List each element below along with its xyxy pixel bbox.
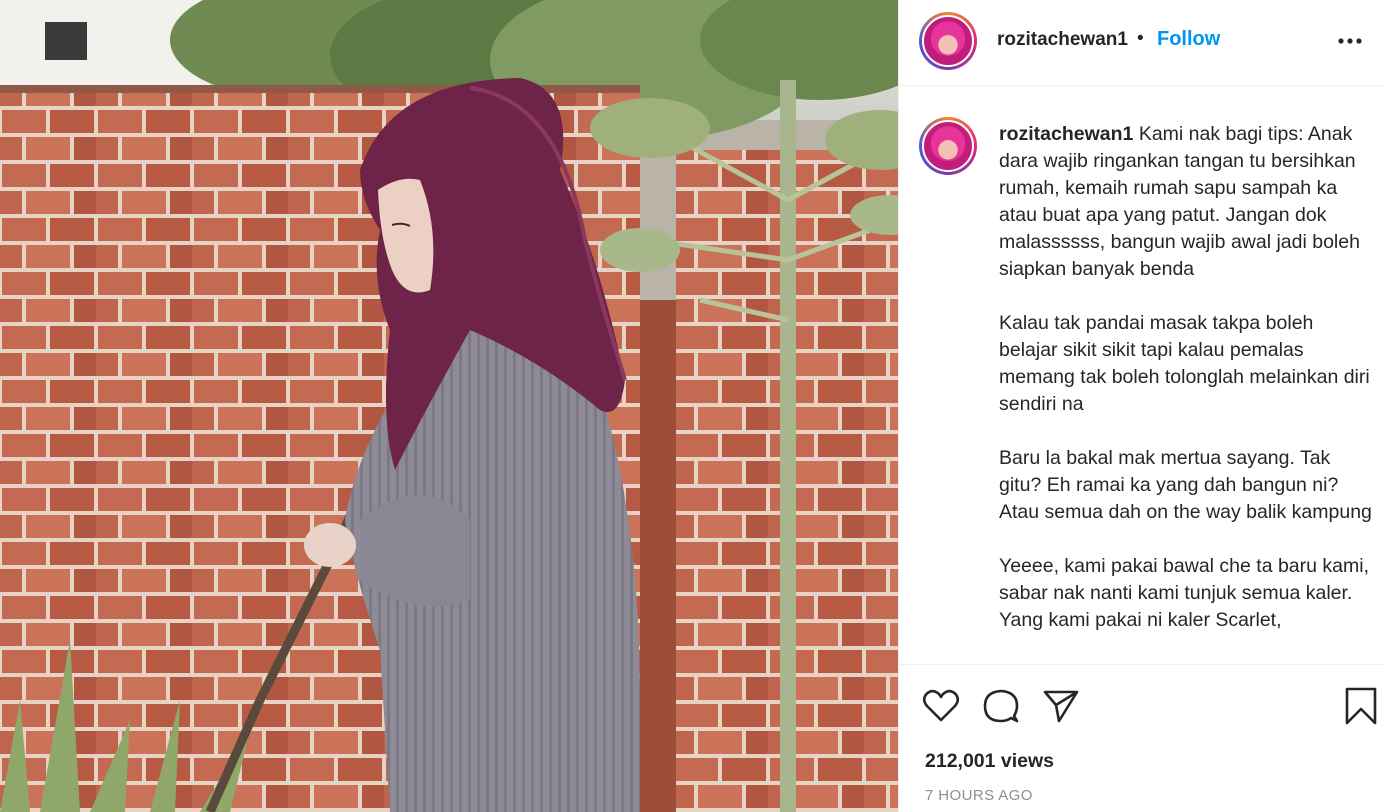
bookmark-icon[interactable] xyxy=(1341,686,1381,726)
heart-icon[interactable] xyxy=(921,686,961,726)
view-count[interactable]: 212,001 views xyxy=(925,750,1054,773)
author-username[interactable]: rozitachewan1 xyxy=(997,29,1128,51)
video-frame xyxy=(0,0,898,812)
post-timestamp[interactable]: 7 HOURS AGO xyxy=(925,787,1033,804)
more-options-icon[interactable] xyxy=(1337,30,1363,52)
caption-avatar[interactable] xyxy=(919,117,977,175)
caption-text: Kami nak bagi tips: Anak dara wajib ring… xyxy=(999,123,1360,280)
caption-paragraph: Baru la bakal mak mertua sayang. Tak git… xyxy=(999,447,1372,523)
caption-paragraph: rozitachewan1 Kami nak bagi tips: Anak d… xyxy=(999,121,1375,283)
caption-username[interactable]: rozitachewan1 xyxy=(999,123,1133,145)
caption-paragraph: Kalau tak pandai masak takpa boleh belaj… xyxy=(999,312,1370,415)
caption-paragraph: Yeeee, kami pakai bawal che ta baru kami… xyxy=(999,555,1369,631)
avatar-image xyxy=(922,120,974,172)
avatar-image xyxy=(922,15,974,67)
instagram-post: rozitachewan1 • Follow rozitachewan1 Kam… xyxy=(0,0,1384,812)
separator-dot: • xyxy=(1137,28,1144,49)
post-video[interactable] xyxy=(0,0,898,812)
post-side-panel: rozitachewan1 • Follow rozitachewan1 Kam… xyxy=(898,0,1384,812)
comment-icon[interactable] xyxy=(981,686,1021,726)
post-header: rozitachewan1 • Follow xyxy=(899,0,1384,86)
post-caption: rozitachewan1 Kami nak bagi tips: Anak d… xyxy=(999,121,1375,661)
comments-section[interactable]: rozitachewan1 Kami nak bagi tips: Anak d… xyxy=(899,87,1384,664)
follow-button[interactable]: Follow xyxy=(1157,28,1220,51)
post-actions: 212,001 views 7 HOURS AGO xyxy=(899,664,1384,812)
share-icon[interactable] xyxy=(1041,686,1081,726)
author-avatar[interactable] xyxy=(919,12,977,70)
